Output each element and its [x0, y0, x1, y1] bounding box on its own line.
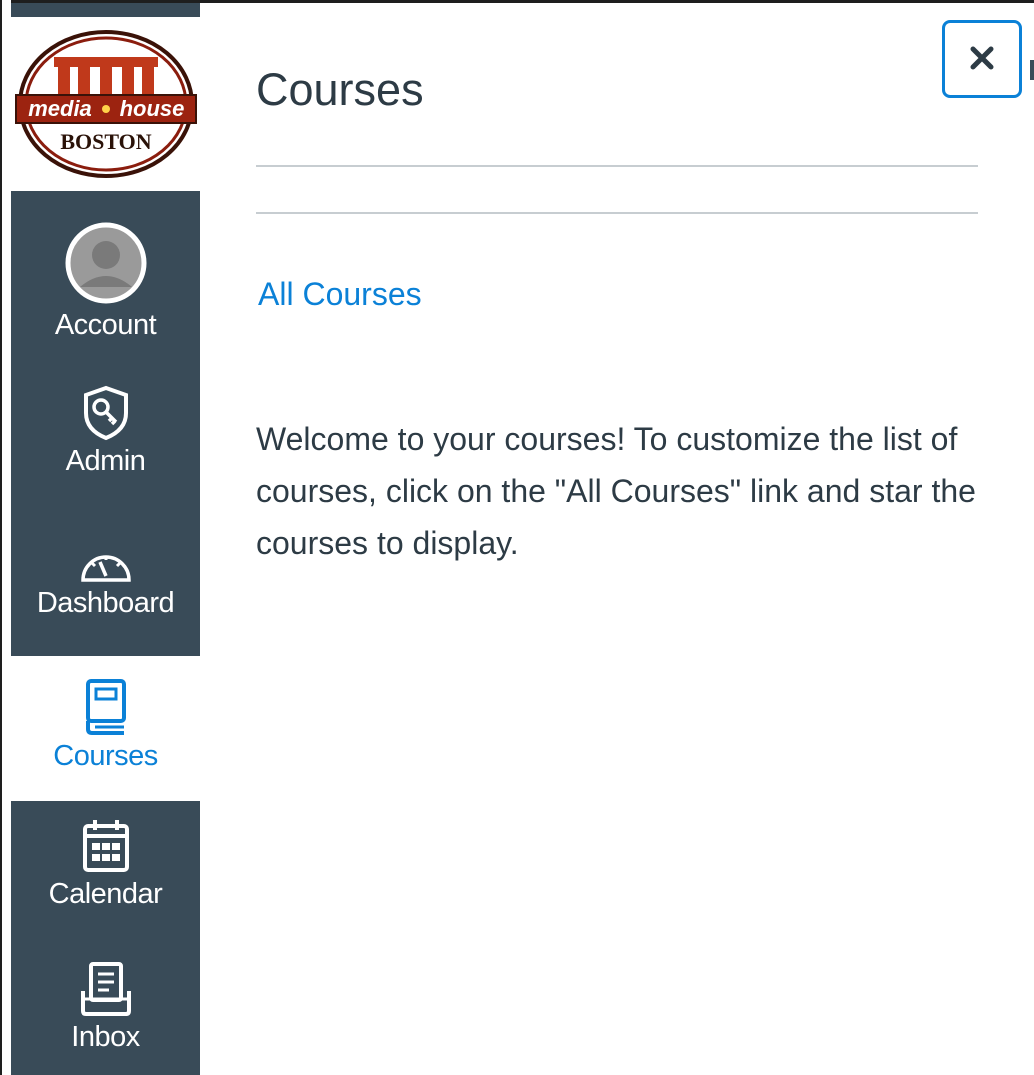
institution-logo[interactable]: media house BOSTON	[11, 17, 200, 191]
tray-title: Courses	[256, 64, 424, 115]
close-tray-button[interactable]	[942, 20, 1022, 98]
nav-item-inbox[interactable]: Inbox	[11, 961, 200, 1075]
nav-item-label: Admin	[65, 445, 146, 477]
nav-item-label: Calendar	[48, 878, 163, 910]
calendar-icon	[81, 818, 131, 874]
media-house-boston-logo-icon: media house BOSTON	[14, 30, 197, 178]
svg-text:media: media	[28, 96, 92, 121]
nav-item-label: Dashboard	[36, 587, 175, 619]
nav-item-account[interactable]: Account	[11, 191, 200, 341]
svg-text:house: house	[119, 96, 184, 121]
divider	[256, 165, 978, 167]
nav-item-calendar[interactable]: Calendar	[11, 818, 200, 938]
nav-item-courses[interactable]: Courses	[11, 656, 200, 801]
nav-item-label: Courses	[53, 740, 158, 772]
close-icon	[969, 45, 995, 74]
shield-key-icon	[81, 385, 131, 441]
svg-text:BOSTON: BOSTON	[60, 129, 151, 154]
all-courses-link[interactable]: All Courses	[258, 276, 422, 313]
user-avatar-icon	[64, 221, 148, 305]
speedometer-icon	[78, 547, 134, 583]
book-icon	[83, 678, 129, 736]
background-page-edge	[1030, 60, 1034, 80]
divider	[256, 212, 978, 214]
inbox-icon	[79, 961, 133, 1017]
nav-item-dashboard[interactable]: Dashboard	[11, 547, 200, 657]
global-navigation: media house BOSTON Account Admin Dashboa…	[11, 3, 200, 1075]
nav-item-admin[interactable]: Admin	[11, 385, 200, 505]
welcome-message: Welcome to your courses! To customize th…	[256, 421, 976, 561]
window-left-border	[0, 0, 11, 1075]
nav-item-label: Account	[54, 309, 157, 341]
nav-item-label: Inbox	[71, 1021, 140, 1053]
